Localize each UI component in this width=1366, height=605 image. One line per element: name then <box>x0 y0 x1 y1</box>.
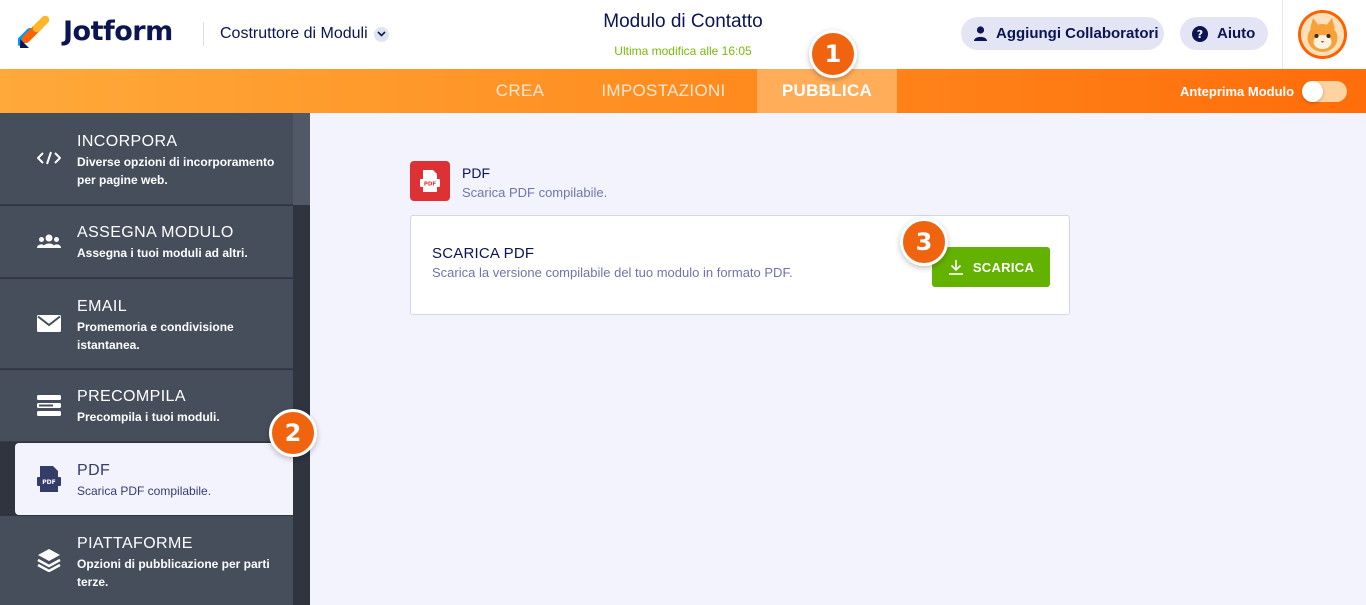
step-badge-1: 1 <box>809 30 857 78</box>
form-preview-toggle[interactable] <box>1302 81 1347 102</box>
header-divider-right <box>1282 0 1283 69</box>
sidebar-item-desc: Scarica PDF compilabile. <box>77 484 212 498</box>
add-collaborators-label: Aggiungi Collaboratori <box>996 25 1159 42</box>
help-label: Aiuto <box>1217 25 1256 42</box>
sidebar-item-desc: Diverse opzioni di incorporamento per pa… <box>77 155 275 187</box>
svg-text:PDF: PDF <box>42 479 55 486</box>
pdf-icon: PDF <box>36 466 62 492</box>
card-title: SCARICA PDF <box>432 245 535 262</box>
tab-impostazioni[interactable]: IMPOSTAZIONI <box>586 69 741 113</box>
step-badge-3: 3 <box>900 218 948 266</box>
code-icon <box>36 151 62 165</box>
pdf-file-icon: PDF <box>410 161 450 201</box>
section-description: Scarica PDF compilabile. <box>462 185 608 200</box>
sidebar-item-piattaforme[interactable]: PIATTAFORME Opzioni di pubblicazione per… <box>0 516 293 605</box>
sidebar-scrollbar-thumb[interactable] <box>293 113 310 205</box>
download-button[interactable]: SCARICA <box>932 247 1050 287</box>
main-nav-bar: CREA IMPOSTAZIONI PUBBLICA Anteprima Mod… <box>0 69 1366 113</box>
top-header: Jotform Costruttore di Moduli Modulo di … <box>0 0 1366 69</box>
envelope-icon <box>36 315 62 332</box>
section-title: PDF <box>462 165 490 181</box>
toggle-knob <box>1302 81 1323 102</box>
sidebar-item-title: INCORPORA <box>77 133 178 150</box>
sidebar-item-pdf[interactable]: PDF PDF Scarica PDF compilabile. <box>15 443 293 515</box>
form-preview-label: Anteprima Modulo <box>1180 84 1295 99</box>
download-button-label: SCARICA <box>972 259 1035 275</box>
help-button[interactable]: ? Aiuto <box>1180 17 1268 50</box>
users-icon <box>36 234 62 248</box>
sidebar-item-desc: Promemoria e condivisione istantanea. <box>77 320 234 352</box>
prefill-icon <box>36 395 62 417</box>
sidebar-item-title: PRECOMPILA <box>77 388 186 405</box>
sidebar-item-title: ASSEGNA MODULO <box>77 224 234 241</box>
svg-text:PDF: PDF <box>424 182 437 188</box>
layers-icon <box>36 548 62 572</box>
sidebar-item-precompila[interactable]: PRECOMPILA Precompila i tuoi moduli. <box>0 370 293 442</box>
sidebar-item-title: PDF <box>77 462 111 479</box>
download-pdf-card: SCARICA PDF Scarica la versione compilab… <box>410 215 1070 315</box>
avatar[interactable] <box>1298 10 1347 59</box>
sidebar-item-title: EMAIL <box>77 298 128 315</box>
svg-text:?: ? <box>1197 28 1203 41</box>
sidebar-item-desc: Precompila i tuoi moduli. <box>77 410 220 424</box>
sidebar-item-desc: Opzioni di pubblicazione per parti terze… <box>77 557 270 589</box>
step-badge-2: 2 <box>269 409 317 457</box>
card-description: Scarica la versione compilabile del tuo … <box>432 265 793 280</box>
last-modified-text: Ultima modifica alle 16:05 <box>614 44 752 58</box>
download-icon <box>948 259 964 275</box>
user-icon <box>974 26 987 41</box>
add-collaborators-button[interactable]: Aggiungi Collaboratori <box>961 17 1164 50</box>
question-icon: ? <box>1192 25 1208 42</box>
sidebar-item-title: PIATTAFORME <box>77 535 193 552</box>
sidebar-item-assegna-modulo[interactable]: ASSEGNA MODULO Assegna i tuoi moduli ad … <box>0 206 293 278</box>
sidebar-item-email[interactable]: EMAIL Promemoria e condivisione istantan… <box>0 279 293 369</box>
sidebar-item-incorpora[interactable]: INCORPORA Diverse opzioni di incorporame… <box>0 113 293 205</box>
sidebar-item-desc: Assegna i tuoi moduli ad altri. <box>77 246 248 260</box>
avatar-cat-icon <box>1301 13 1344 56</box>
tab-crea[interactable]: CREA <box>476 69 564 113</box>
